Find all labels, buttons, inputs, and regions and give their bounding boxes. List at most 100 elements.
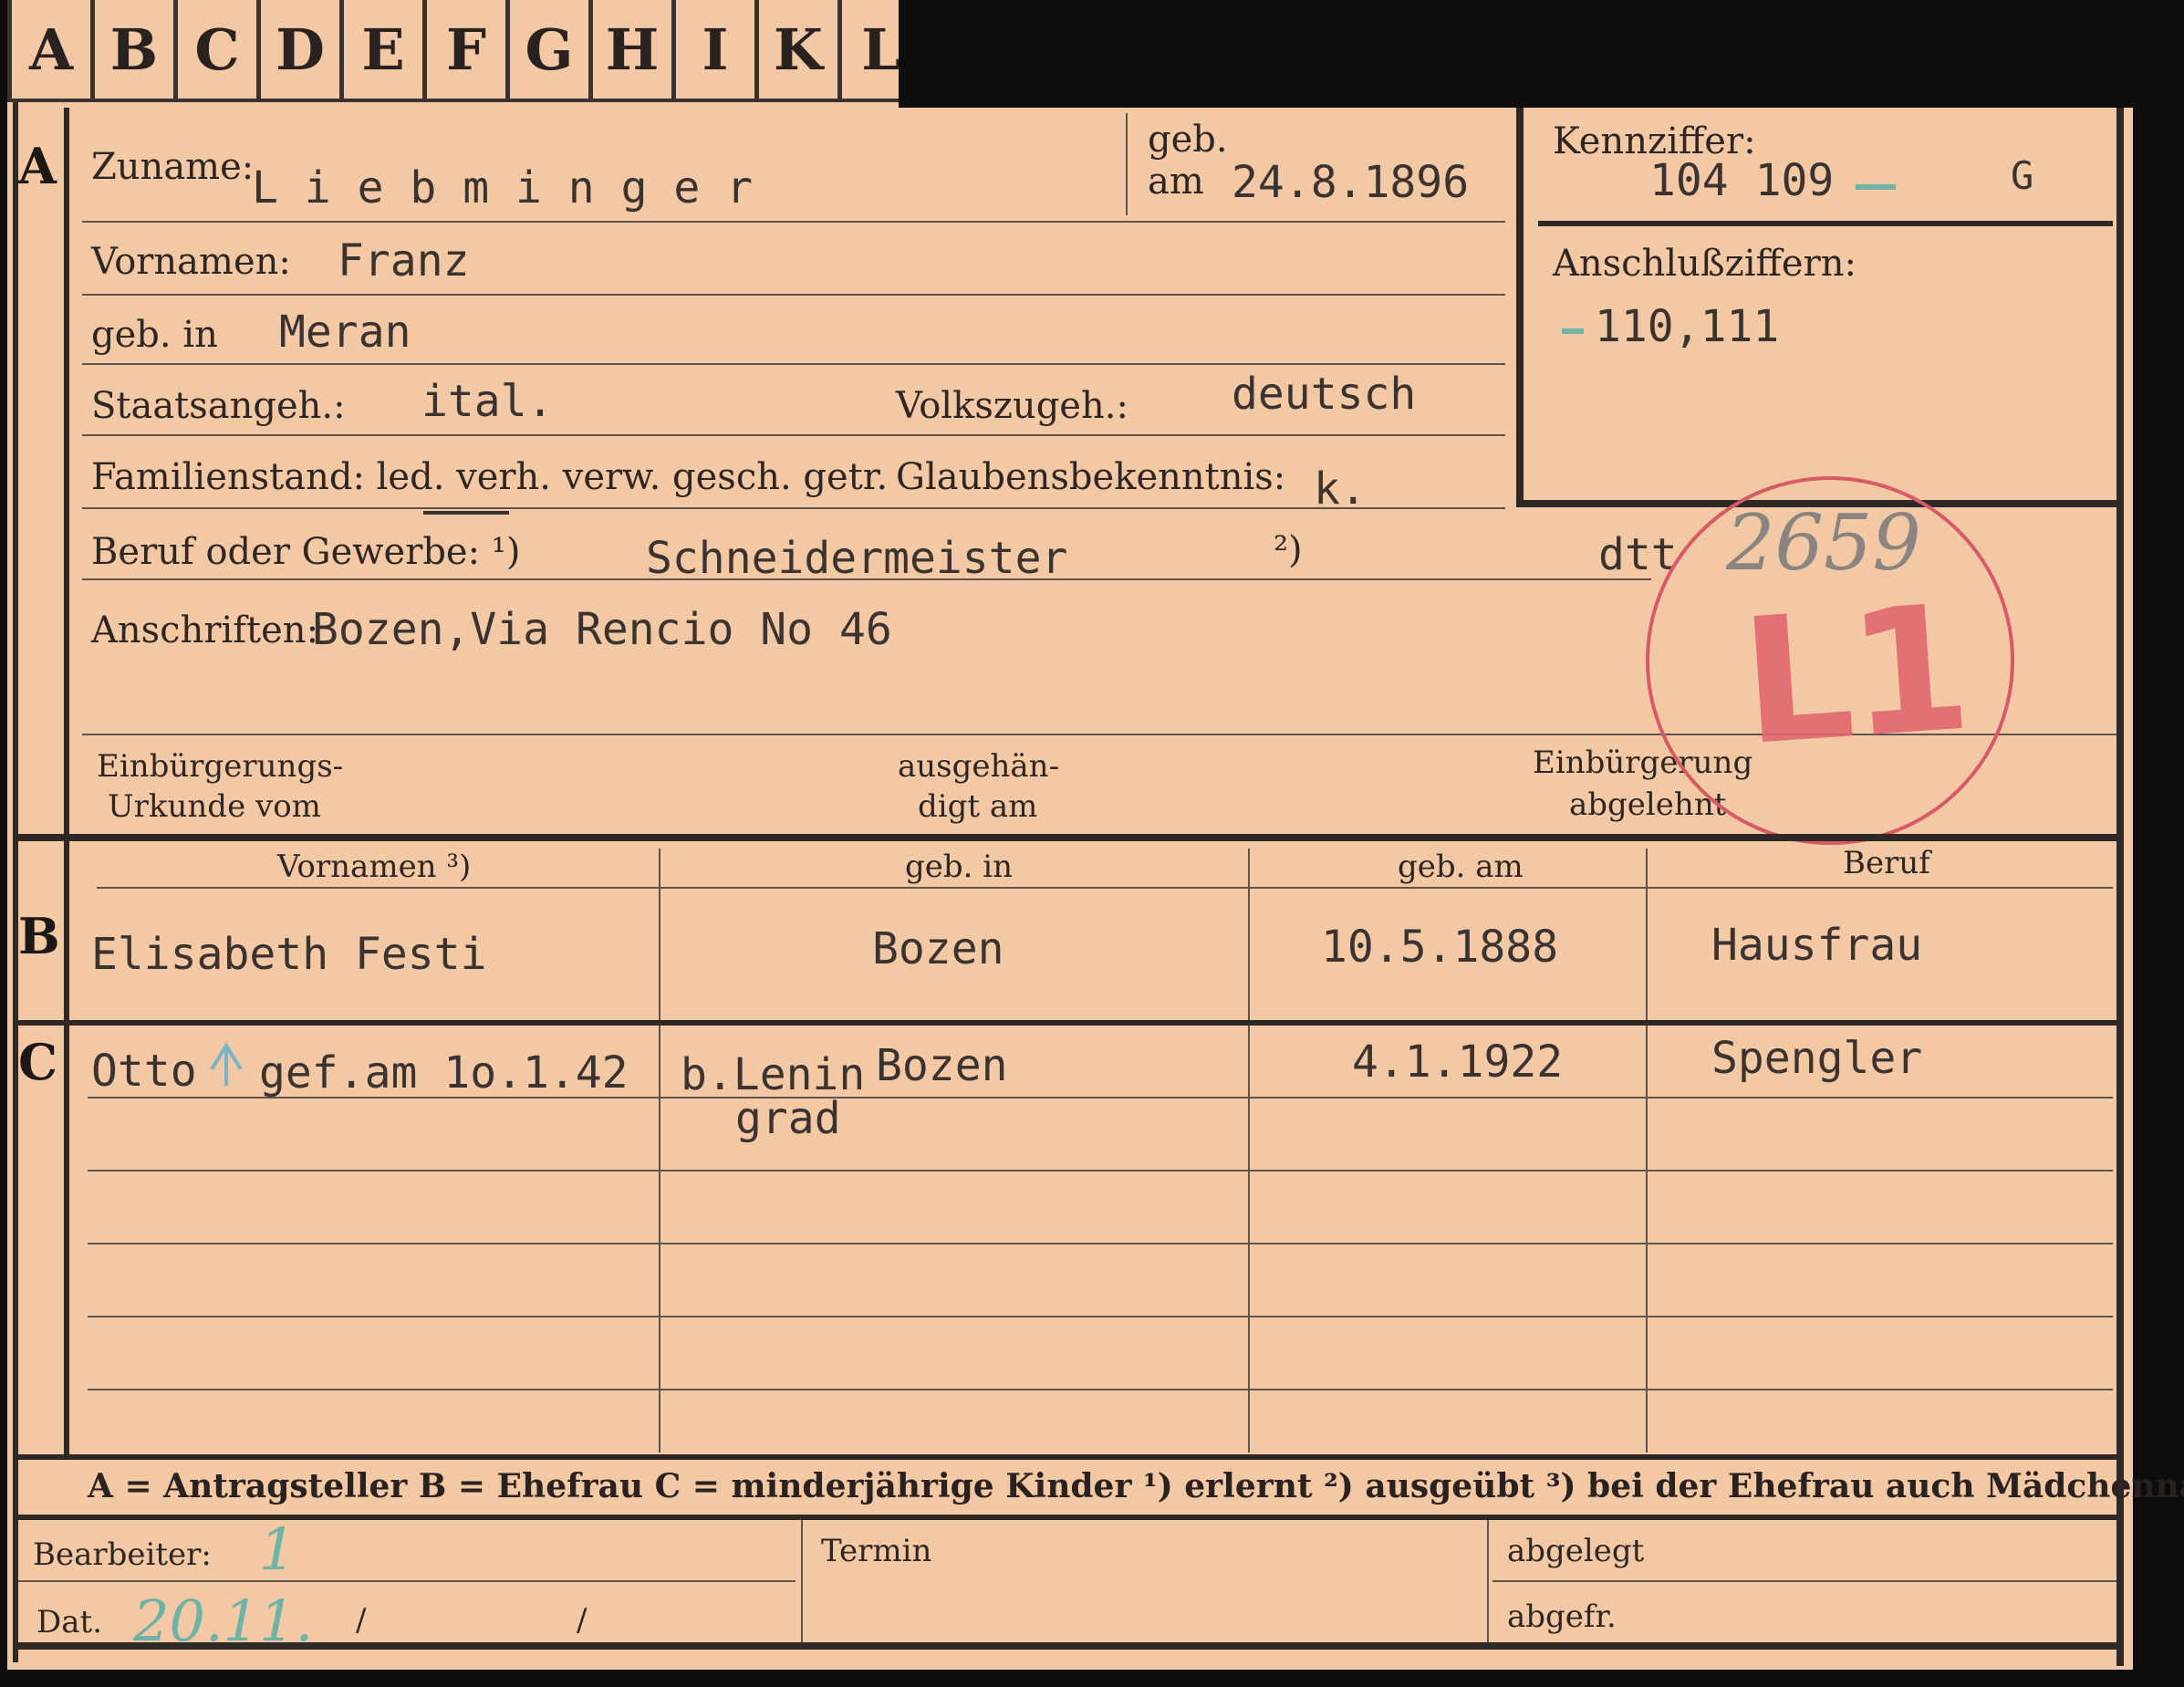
stamp-text: L1 bbox=[1735, 567, 1973, 785]
alphabet-tab-strip: A B C D E F G H I K L bbox=[7, 0, 925, 102]
kennziffer-box-mid bbox=[1538, 221, 2113, 226]
kind-place-prefix-2: grad bbox=[735, 1093, 841, 1144]
kennziffer-suffix: G bbox=[2011, 153, 2034, 198]
tab-i[interactable]: I bbox=[676, 0, 759, 102]
c-rule-5 bbox=[88, 1389, 2113, 1390]
anschluss-value: 110,111 bbox=[1595, 301, 1780, 352]
tab-d[interactable]: D bbox=[261, 0, 344, 102]
top-black-band bbox=[899, 0, 2184, 108]
frame-bottom bbox=[13, 1642, 2124, 1650]
zuname-value: L i e b m i n g e r bbox=[252, 162, 754, 213]
c-rule-1 bbox=[88, 1097, 2113, 1099]
section-b-marker: B bbox=[18, 907, 60, 965]
kind-date: 4.1.1922 bbox=[1352, 1036, 1564, 1088]
bearbeiter-value: 1 bbox=[259, 1516, 296, 1584]
ehefrau-beruf: Hausfrau bbox=[1711, 920, 1923, 971]
tab-f[interactable]: F bbox=[427, 0, 510, 102]
zuname-label: Zuname: bbox=[91, 146, 255, 188]
abgefr-label: abgefr. bbox=[1507, 1598, 1617, 1635]
geb-in-label: geb. in bbox=[91, 314, 218, 356]
beruf-label: Beruf oder Gewerbe: ¹) bbox=[91, 531, 521, 573]
geb-in-value: Meran bbox=[279, 307, 411, 358]
pencil-number: 2659 bbox=[1726, 498, 1921, 588]
beruf-note-2: ²) bbox=[1274, 529, 1303, 571]
familienstand-label: Familienstand: led. verh. verw. gesch. g… bbox=[91, 456, 889, 498]
legend-text: A = Antragsteller B = Ehefrau C = minder… bbox=[88, 1467, 2184, 1505]
termin-label: Termin bbox=[821, 1533, 932, 1569]
c-rule-2 bbox=[88, 1170, 2113, 1172]
col-div-2 bbox=[1248, 849, 1250, 1453]
c-rule-3 bbox=[88, 1243, 2113, 1244]
glaubensbekenntnis-label: Glaubensbekenntnis: bbox=[896, 456, 1286, 498]
ehefrau-geb-am: 10.5.1888 bbox=[1321, 922, 1559, 973]
zuname-rule bbox=[82, 221, 1505, 223]
tab-b[interactable]: B bbox=[95, 0, 178, 102]
kind-name: Otto bbox=[91, 1046, 197, 1097]
section-b-top bbox=[13, 834, 2124, 841]
kennziffer-box-left bbox=[1516, 108, 1524, 507]
staatsangeh-rule bbox=[82, 434, 1505, 436]
geb-divider bbox=[1126, 113, 1128, 215]
frame-left bbox=[13, 102, 18, 1662]
vornamen-value: Franz bbox=[338, 235, 470, 286]
staatsangeh-label: Staatsangeh.: bbox=[91, 385, 346, 427]
beruf-value: Schneidermeister bbox=[646, 533, 1068, 584]
tab-k[interactable]: K bbox=[759, 0, 842, 102]
kennziffer-dash bbox=[1856, 184, 1896, 190]
section-c-top bbox=[13, 1020, 2124, 1026]
familienstand-rule bbox=[82, 507, 1505, 509]
beruf-rule bbox=[82, 578, 1651, 580]
abgelegt-rule bbox=[1492, 1580, 2116, 1582]
volkszugeh-value: deutsch bbox=[1232, 369, 1417, 420]
dat-value: 20.11. bbox=[133, 1588, 314, 1654]
anschluss-label: Anschlußziffern: bbox=[1553, 243, 1856, 285]
ehefrau-geb-in: Bozen bbox=[872, 923, 1004, 974]
legend-top bbox=[13, 1454, 2124, 1460]
dat-slash-2: / bbox=[577, 1602, 588, 1639]
header-geb-am: geb. am bbox=[1398, 849, 1524, 885]
tab-a[interactable]: A bbox=[7, 0, 95, 102]
header-geb-in: geb. in bbox=[905, 849, 1014, 885]
verh-underline bbox=[423, 511, 509, 515]
c-rule-4 bbox=[88, 1316, 2113, 1317]
frame-right bbox=[2116, 108, 2124, 1666]
section-b-header-rule bbox=[97, 887, 2113, 889]
kennziffer-value: 104 109 bbox=[1649, 155, 1835, 206]
kind-place: Bozen bbox=[876, 1040, 1008, 1091]
section-marker-divider bbox=[64, 108, 69, 1456]
einbuergerung-label-2: Urkunde vom bbox=[108, 788, 321, 825]
tab-h[interactable]: H bbox=[593, 0, 676, 102]
geb-in-rule bbox=[82, 363, 1505, 365]
einbuergerung-label-1: Einbürgerungs- bbox=[97, 748, 344, 785]
anschluss-dash bbox=[1562, 328, 1584, 334]
col-div-1 bbox=[659, 849, 660, 1453]
geb-label: geb. bbox=[1148, 119, 1228, 161]
dtt-value: dtt bbox=[1598, 529, 1678, 580]
staatsangeh-value: ital. bbox=[421, 376, 554, 427]
anschriften-label: Anschriften: bbox=[91, 609, 319, 651]
legend-bottom bbox=[13, 1515, 2124, 1520]
kind-remark: gef.am 1o.1.42 bbox=[259, 1047, 629, 1099]
deceased-arrow bbox=[208, 1042, 244, 1088]
dat-slash-1: / bbox=[356, 1602, 367, 1639]
ehefrau-vornamen: Elisabeth Festi bbox=[91, 929, 487, 980]
abgelegt-label: abgelegt bbox=[1507, 1533, 1645, 1569]
bearbeiter-label: Bearbeiter: bbox=[33, 1536, 212, 1573]
tab-e[interactable]: E bbox=[344, 0, 427, 102]
footer-div-2 bbox=[1487, 1520, 1489, 1642]
bearbeiter-rule bbox=[18, 1580, 796, 1582]
volkszugeh-label: Volkszugeh.: bbox=[896, 385, 1128, 427]
kind-beruf: Spengler bbox=[1711, 1033, 1923, 1084]
vornamen-label: Vornamen: bbox=[91, 241, 291, 283]
col-div-3 bbox=[1646, 849, 1648, 1453]
am-label: am bbox=[1148, 161, 1204, 203]
vornamen-rule bbox=[82, 294, 1505, 296]
anschriften-value: Bozen,Via Rencio No 46 bbox=[312, 604, 892, 655]
ausgehaendigt-label-2: digt am bbox=[918, 788, 1038, 825]
tab-c[interactable]: C bbox=[178, 0, 261, 102]
section-c-marker: C bbox=[18, 1033, 57, 1091]
ausgehaendigt-label-1: ausgehän- bbox=[898, 748, 1060, 785]
header-vornamen: Vornamen ³) bbox=[277, 849, 472, 885]
tab-g[interactable]: G bbox=[510, 0, 593, 102]
dat-label: Dat. bbox=[36, 1604, 103, 1640]
